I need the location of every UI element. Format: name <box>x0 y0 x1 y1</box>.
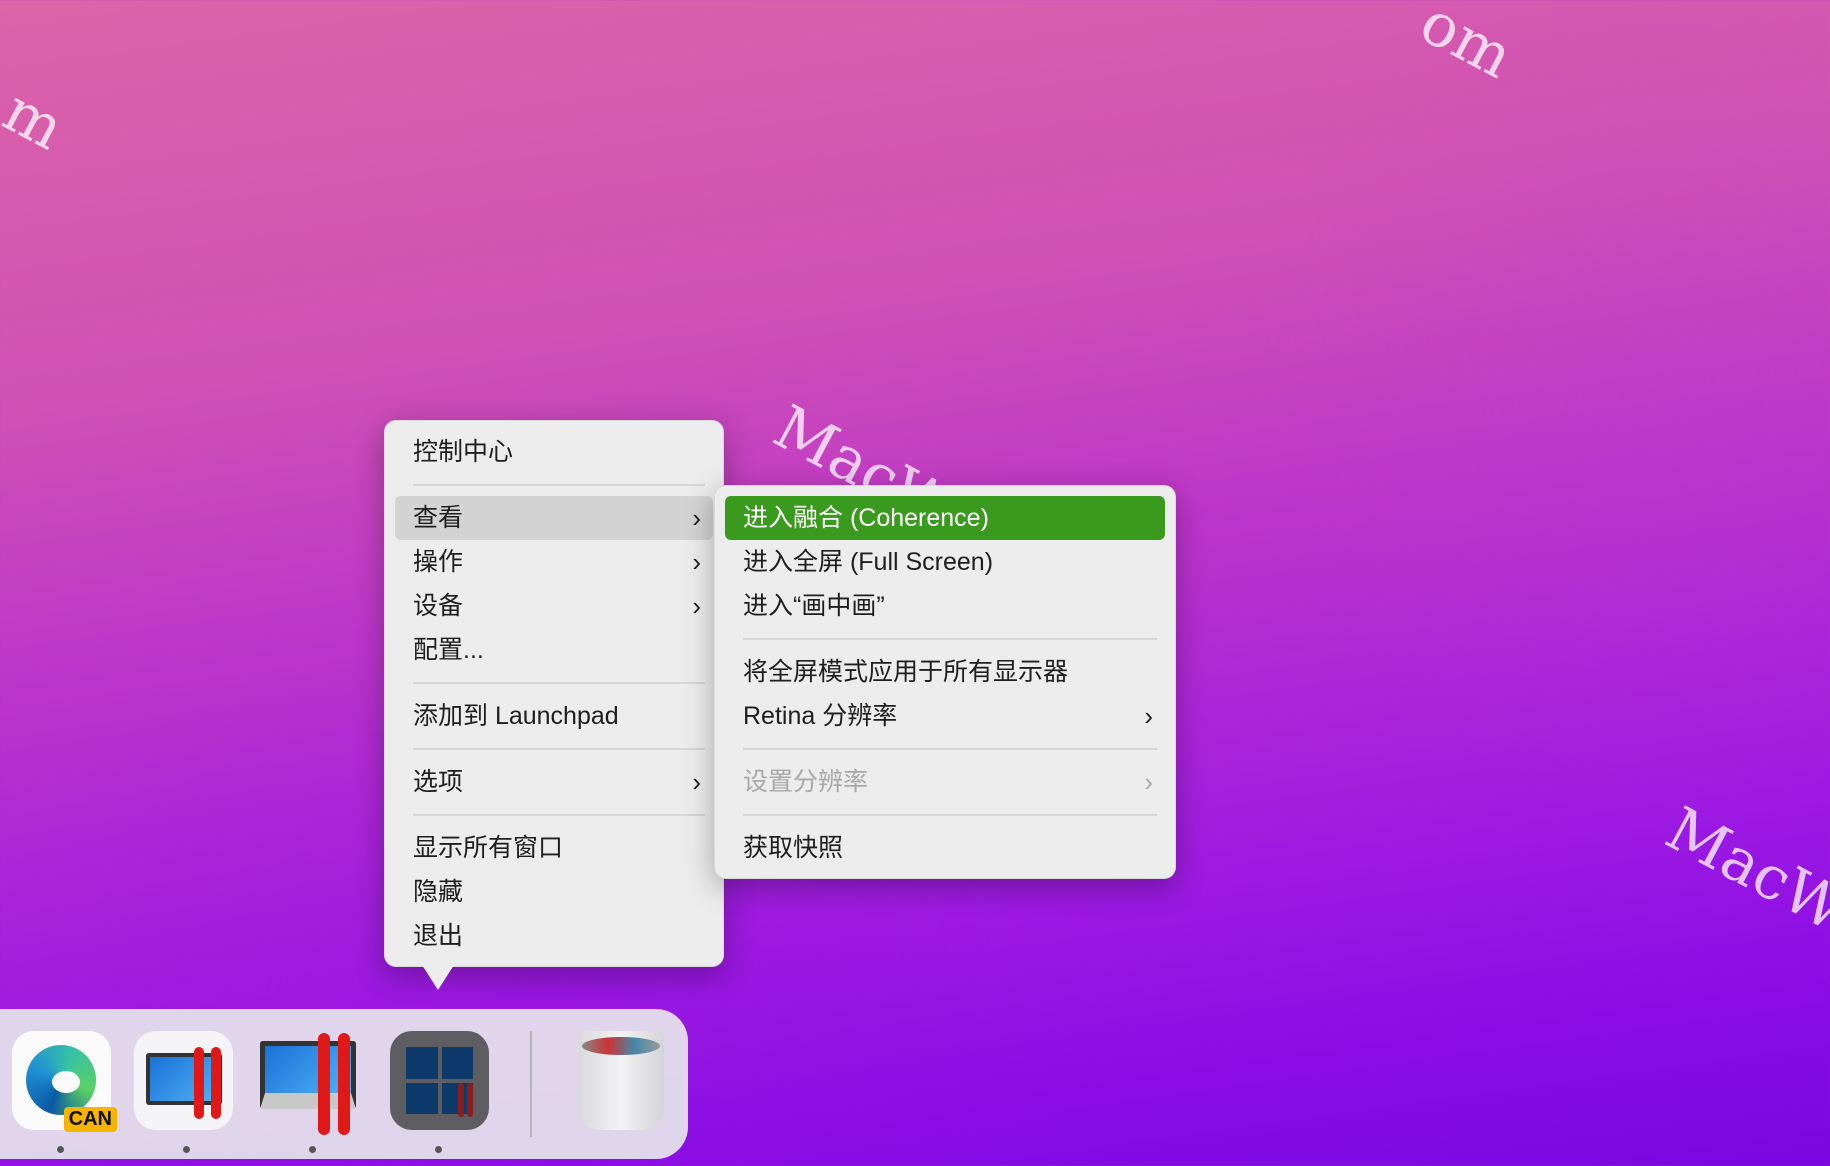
view-submenu: 进入融合 (Coherence) 进入全屏 (Full Screen) 进入“画… <box>714 485 1176 879</box>
running-indicator <box>435 1146 442 1153</box>
dock-context-menu: 控制中心 查看 › 操作 › 设备 › 配置... 添加到 Launchpad 选项 ›… <box>384 420 724 967</box>
watermark: m <box>0 75 76 165</box>
label: 进入全屏 (Full Screen) <box>743 548 994 576</box>
menu-item-full-screen[interactable]: 进入全屏 (Full Screen) <box>725 540 1165 584</box>
label: 将全屏模式应用于所有显示器 <box>743 658 1069 686</box>
chevron-right-icon: › <box>692 591 701 621</box>
separator <box>743 804 1157 826</box>
edge-logo-inner <box>52 1071 80 1093</box>
menu-item-set-resolution: 设置分辨率 › <box>725 760 1165 804</box>
label: 选项 <box>413 768 464 796</box>
label: 设备 <box>413 592 464 620</box>
label: 添加到 Launchpad <box>413 702 619 730</box>
watermark: om <box>1409 0 1525 93</box>
running-indicator <box>309 1146 316 1153</box>
chevron-right-icon: › <box>1144 701 1153 731</box>
canary-badge: CAN <box>63 1107 117 1132</box>
label: 获取快照 <box>743 834 844 862</box>
dock: CAN <box>0 1009 688 1159</box>
menu-item-hide[interactable]: 隐藏 <box>395 870 713 914</box>
label: 进入“画中画” <box>743 592 885 620</box>
menu-item-retina-resolution[interactable]: Retina 分辨率 › <box>725 694 1165 738</box>
trash-icon <box>582 1037 660 1055</box>
label: 控制中心 <box>413 438 514 466</box>
dock-app-edge-canary[interactable]: CAN <box>12 1031 117 1132</box>
separator <box>413 738 705 760</box>
menu-item-configure[interactable]: 配置... <box>395 628 713 672</box>
menu-item-view[interactable]: 查看 › <box>395 496 713 540</box>
label: 配置... <box>413 636 484 664</box>
menu-item-show-all-windows[interactable]: 显示所有窗口 <box>395 826 713 870</box>
dock-app-parallels-desktop[interactable] <box>134 1031 233 1130</box>
dock-trash[interactable] <box>578 1031 664 1130</box>
parallels-bars-icon <box>458 1083 464 1117</box>
dock-app-windows-11-vm[interactable] <box>390 1031 489 1130</box>
menu-item-devices[interactable]: 设备 › <box>395 584 713 628</box>
label: Retina 分辨率 <box>743 702 898 730</box>
running-indicator <box>57 1146 64 1153</box>
label: 设置分辨率 <box>743 768 869 796</box>
running-indicator <box>183 1146 190 1153</box>
menu-item-options[interactable]: 选项 › <box>395 760 713 804</box>
menu-item-fullscreen-all-displays[interactable]: 将全屏模式应用于所有显示器 <box>725 650 1165 694</box>
parallels-bars-icon <box>194 1047 204 1119</box>
menu-item-coherence[interactable]: 进入融合 (Coherence) <box>725 496 1165 540</box>
chevron-right-icon: › <box>692 767 701 797</box>
label: 退出 <box>413 922 464 950</box>
chevron-right-icon: › <box>692 503 701 533</box>
separator <box>413 804 705 826</box>
dock-app-windows-vm[interactable] <box>258 1031 357 1135</box>
label: 隐藏 <box>413 878 464 906</box>
separator <box>743 738 1157 760</box>
label: 查看 <box>413 504 464 532</box>
separator <box>413 474 705 496</box>
label: 进入融合 (Coherence) <box>743 504 989 532</box>
menu-item-take-snapshot[interactable]: 获取快照 <box>725 826 1165 870</box>
parallels-bars-icon <box>318 1033 330 1135</box>
chevron-right-icon: › <box>1144 767 1153 797</box>
menu-item-control-center[interactable]: 控制中心 <box>395 430 713 474</box>
chevron-right-icon: › <box>692 547 701 577</box>
menu-item-picture-in-picture[interactable]: 进入“画中画” <box>725 584 1165 628</box>
monitor-icon <box>260 1041 356 1109</box>
label: 显示所有窗口 <box>413 834 564 862</box>
monitor-icon <box>146 1053 222 1105</box>
menu-item-quit[interactable]: 退出 <box>395 914 713 958</box>
separator <box>413 672 705 694</box>
dock-separator <box>530 1031 532 1137</box>
separator <box>743 628 1157 650</box>
menu-item-actions[interactable]: 操作 › <box>395 540 713 584</box>
menu-item-add-to-launchpad[interactable]: 添加到 Launchpad <box>395 694 713 738</box>
watermark: MacW <box>1654 793 1830 947</box>
menu-pointer <box>422 965 454 990</box>
label: 操作 <box>413 548 464 576</box>
